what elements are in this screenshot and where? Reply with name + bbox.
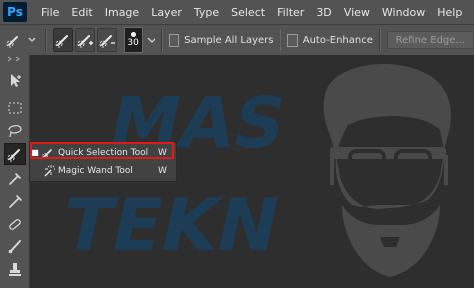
menu-view[interactable]: View: [338, 6, 376, 19]
quick-selection-new-icon: [55, 35, 68, 48]
move-tool-icon: [11, 74, 21, 87]
marquee-tool[interactable]: [4, 97, 26, 119]
menu-layer[interactable]: Layer: [145, 6, 188, 19]
lasso-icon: [8, 125, 22, 138]
divider: [279, 29, 282, 51]
new-selection-button[interactable]: [52, 28, 73, 52]
menu-window[interactable]: Window: [376, 6, 431, 19]
brush-picker[interactable]: 30: [123, 27, 143, 53]
brush-size-value: 30: [127, 38, 139, 48]
eyedropper-tool[interactable]: [4, 190, 26, 212]
brush-icon: [8, 240, 21, 254]
menu-edit[interactable]: Edit: [65, 6, 98, 19]
quick-selection-subtract-icon: [99, 35, 116, 48]
subtract-from-selection-button[interactable]: [97, 28, 118, 52]
menu-select[interactable]: Select: [225, 6, 271, 19]
panel-collapse-icon[interactable]: [0, 55, 29, 63]
quick-selection-preset-icon: [6, 36, 36, 48]
stamp-icon: [9, 263, 21, 276]
quick-selection-add-icon: [77, 35, 94, 48]
menu-file[interactable]: File: [35, 6, 65, 19]
move-tool[interactable]: [4, 69, 26, 91]
add-to-selection-button[interactable]: [75, 28, 96, 52]
chevron-down-icon[interactable]: [146, 34, 155, 46]
options-bar: 30 Sample All Layers Auto-Enhance Refine…: [0, 24, 474, 56]
rectangular-marquee-icon: [8, 102, 22, 114]
divider: [160, 29, 163, 51]
menu-image[interactable]: Image: [99, 6, 145, 19]
sample-all-layers-label: Sample All Layers: [184, 34, 274, 46]
brush-tip-icon: [130, 32, 136, 37]
menu-bar: Ps File Edit Image Layer Type Select Fil…: [0, 0, 474, 24]
bandage-icon: [9, 219, 21, 230]
sample-all-layers-checkbox[interactable]: [168, 33, 180, 47]
healing-brush-tool[interactable]: [4, 213, 26, 235]
tool-preset-picker[interactable]: [3, 29, 39, 51]
eyedropper-icon: [9, 173, 21, 185]
quick-selection-tool[interactable]: [4, 143, 26, 165]
divider: [45, 29, 47, 51]
refine-edge-button[interactable]: Refine Edge...: [386, 31, 474, 49]
menu-3d[interactable]: 3D: [310, 6, 337, 19]
eyedropper-tool-icon: [9, 195, 22, 208]
tools-panel: [0, 55, 30, 288]
photoshop-logo[interactable]: Ps: [3, 2, 27, 22]
flyout-item-magic-wand[interactable]: Magic Wand Tool W: [30, 162, 176, 179]
auto-enhance-label: Auto-Enhance: [302, 34, 373, 46]
brush-tool[interactable]: [4, 235, 26, 257]
auto-enhance-checkbox[interactable]: [287, 33, 298, 47]
red-highlight-box: [30, 142, 174, 159]
clone-stamp-tool[interactable]: [4, 258, 26, 280]
lasso-tool[interactable]: [4, 119, 26, 141]
flyout-item-label: Magic Wand Tool: [58, 165, 133, 176]
watermark-line2: TEKN: [55, 184, 287, 268]
crop-tool[interactable]: [4, 167, 26, 189]
flyout-shortcut: W: [158, 165, 167, 176]
divider: [378, 29, 381, 51]
quick-selection-tool-icon: [7, 149, 20, 162]
menu-type[interactable]: Type: [188, 6, 225, 19]
menu-filter[interactable]: Filter: [271, 6, 310, 19]
magic-wand-icon: [40, 164, 56, 178]
menu-help[interactable]: Help: [431, 6, 468, 19]
